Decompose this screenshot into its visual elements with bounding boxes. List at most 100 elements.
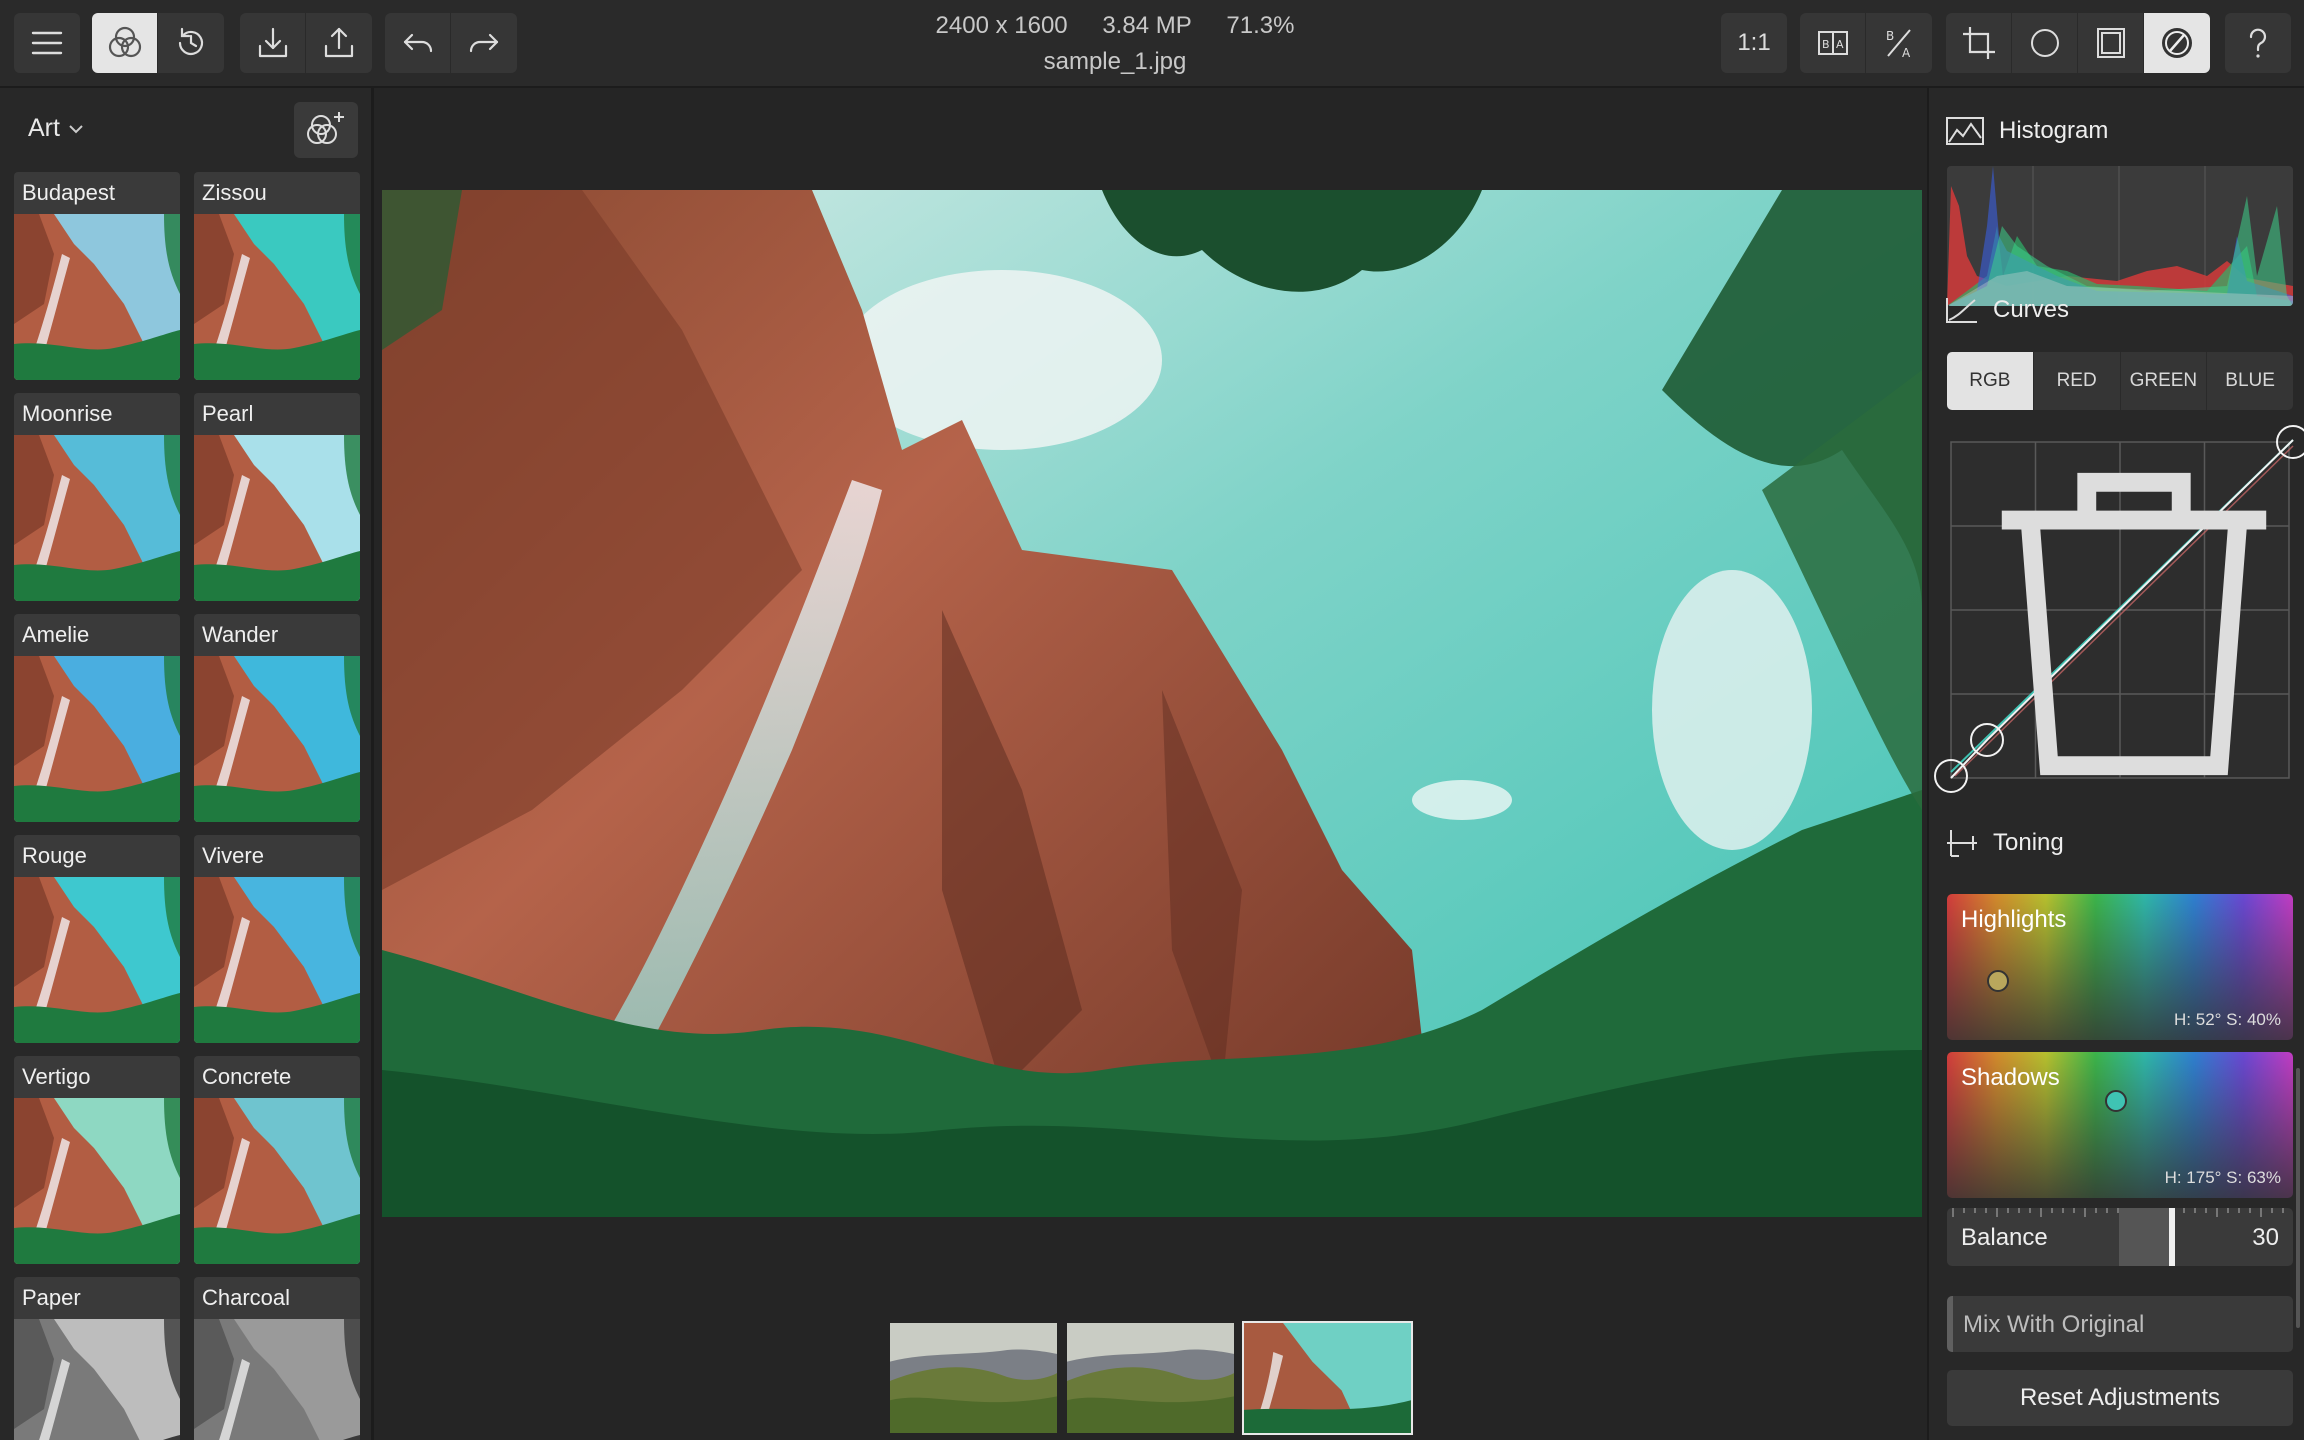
histogram-icon (1946, 117, 1984, 145)
shadows-label: Shadows (1961, 1064, 2060, 1091)
curve-channel-tabs: RGB RED GREEN BLUE (1947, 352, 2293, 410)
filter-charcoal[interactable]: Charcoal (194, 1277, 360, 1440)
filter-thumbnail (14, 214, 180, 380)
zoom-group: 1:1 (1721, 13, 1787, 73)
balance-slider[interactable]: Balance 30 (1947, 1208, 2293, 1266)
balance-value: 30 (2252, 1224, 2279, 1251)
filter-moonrise[interactable]: Moonrise (14, 393, 180, 601)
shadows-hue-handle[interactable] (2105, 1090, 2127, 1112)
filter-pearl[interactable]: Pearl (194, 393, 360, 601)
filter-concrete[interactable]: Concrete (194, 1056, 360, 1264)
adjust-button[interactable] (2144, 13, 2210, 73)
toning-icon (1947, 830, 1977, 857)
filter-name: Wander (202, 622, 279, 647)
image-megapixels: 3.84 MP (1102, 12, 1192, 39)
chevron-down-icon (69, 124, 83, 133)
curves-header[interactable]: Curves (1945, 296, 2069, 324)
help-icon (2249, 28, 2267, 58)
filters-panel: Art Budapest Zissou Moonrise Pearl Amelie Wan… (0, 88, 374, 1440)
curve-tab-blue[interactable]: BLUE (2207, 352, 2293, 410)
toning-header[interactable]: Toning (1945, 828, 2064, 858)
filter-zissou[interactable]: Zissou (194, 172, 360, 380)
help-button[interactable] (2225, 13, 2291, 73)
filter-thumbnail (14, 435, 180, 601)
filter-budapest[interactable]: Budapest (14, 172, 180, 380)
image-canvas[interactable] (377, 88, 1927, 1440)
frame-button[interactable] (2078, 13, 2144, 73)
filter-vivere[interactable]: Vivere (194, 835, 360, 1043)
frame-icon (2096, 28, 2125, 58)
filmstrip-thumb-cliff-waterfall[interactable] (1242, 1321, 1413, 1435)
svg-text:B: B (1886, 29, 1894, 43)
balance-label: Balance (1961, 1224, 2048, 1251)
filter-name: Paper (22, 1285, 81, 1310)
mix-with-original-label: Mix With Original (1963, 1311, 2145, 1338)
tools-group (1946, 13, 2210, 73)
filter-thumbnail (194, 214, 360, 380)
filmstrip-thumb-mountain-valley-2[interactable] (1065, 1321, 1236, 1435)
curve-tab-red[interactable]: RED (2034, 352, 2121, 410)
balance-fill (2119, 1208, 2171, 1266)
curve-tab-rgb[interactable]: RGB (1947, 352, 2034, 410)
filter-name: Vertigo (22, 1064, 91, 1089)
curves-title: Curves (1993, 296, 2070, 323)
filter-thumbnail (14, 1098, 180, 1264)
image-dimensions: 2400 x 1600 (935, 12, 1068, 39)
trash-icon[interactable] (1961, 454, 2304, 794)
panel-scrollbar[interactable] (2296, 1068, 2300, 1328)
add-filter-button[interactable] (294, 102, 358, 158)
zoom-1-1-button[interactable]: 1:1 (1721, 13, 1787, 73)
highlights-hue-handle[interactable] (1987, 970, 2009, 992)
shadows-color-picker[interactable]: Shadows H: 175° S: 63% (1947, 1052, 2293, 1198)
adjustments-panel: Histogram Curves RGB RED GREEN BLUE Toni… (1927, 88, 2304, 1440)
filter-wander[interactable]: Wander (194, 614, 360, 822)
curve-tab-green[interactable]: GREEN (2121, 352, 2208, 410)
filter-amelie[interactable]: Amelie (14, 614, 180, 822)
filter-name: Moonrise (22, 401, 113, 426)
balance-handle[interactable] (2169, 1208, 2175, 1266)
histogram-header[interactable]: Histogram (1945, 116, 2108, 146)
filter-name: Vivere (202, 843, 264, 868)
svg-text:B: B (1822, 38, 1830, 51)
top-toolbar: 2400 x 1600 3.84 MP 71.3% sample_1.jpg 1… (0, 0, 2304, 88)
filter-vertigo[interactable]: Vertigo (14, 1056, 180, 1264)
filter-thumbnail (14, 1319, 180, 1440)
filter-thumbnail (194, 1098, 360, 1264)
reset-adjustments-button[interactable]: Reset Adjustments (1947, 1370, 2293, 1426)
compare-icon: BA (1886, 29, 1911, 60)
filter-category-label: Art (28, 114, 60, 142)
shadows-value: H: 175° S: 63% (2164, 1168, 2281, 1187)
curves-editor[interactable] (1934, 425, 2304, 793)
filter-rouge[interactable]: Rouge (14, 835, 180, 1043)
compare-group: BA BA (1800, 13, 1932, 73)
main-photo[interactable] (382, 190, 1922, 1217)
add-filter-icon (307, 112, 344, 144)
filter-category-dropdown[interactable]: Art (28, 114, 84, 143)
filter-name: Rouge (22, 843, 87, 868)
adjust-icon (2162, 28, 2192, 58)
help-group (2225, 13, 2291, 73)
filter-name: Budapest (22, 180, 115, 205)
filmstrip-thumb-mountain-valley-1[interactable] (888, 1321, 1059, 1435)
highlights-value: H: 52° S: 40% (2174, 1010, 2281, 1029)
toning-title: Toning (1993, 829, 2064, 856)
filter-paper[interactable]: Paper (14, 1277, 180, 1440)
compare-split-button[interactable]: BA (1866, 13, 1932, 73)
svg-text:A: A (1836, 38, 1844, 51)
filter-thumbnail (194, 435, 360, 601)
filter-name: Zissou (202, 180, 267, 205)
histogram-chart (1947, 166, 2293, 306)
filter-name: Amelie (22, 622, 90, 647)
before-after-button[interactable]: BA (1800, 13, 1866, 73)
vignette-icon (2030, 29, 2059, 57)
before-after-icon: BA (1817, 31, 1848, 55)
filter-thumbnail (194, 1319, 360, 1440)
filter-thumbnail (14, 656, 180, 822)
crop-button[interactable] (1946, 13, 2012, 73)
mix-with-original-button[interactable]: Mix With Original (1947, 1296, 2293, 1352)
filter-name: Concrete (202, 1064, 292, 1089)
highlights-color-picker[interactable]: Highlights H: 52° S: 40% (1947, 894, 2293, 1040)
zoom-1-1-label: 1:1 (1737, 29, 1771, 56)
vignette-button[interactable] (2012, 13, 2078, 73)
zoom-level: 71.3% (1226, 12, 1295, 39)
